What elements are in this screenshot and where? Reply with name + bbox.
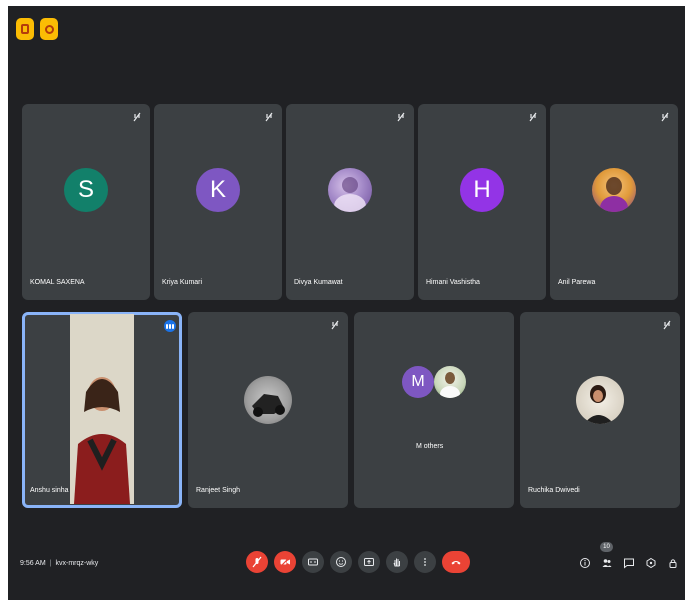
captions-icon [308,558,318,566]
chat-icon [624,558,634,569]
raise-hand-button[interactable] [386,551,408,573]
participant-tile[interactable]: K Kriya Kumari [154,104,282,300]
profile-photo [434,366,466,398]
avatar-initial: S [77,176,94,203]
chat-button[interactable] [621,555,637,571]
participant-name: Himani Vashistha [426,279,480,286]
avatar-initial: H [473,176,491,203]
camera-toggle-button[interactable] [274,551,296,573]
mic-off-icon [660,112,670,122]
profile-photo [328,168,372,212]
participant-tile-speaking[interactable]: Anshu sinha [22,312,182,508]
activities-icon [646,557,656,569]
side-panel-tools: 10 [577,542,681,571]
participant-name: Kriya Kumari [162,279,203,286]
participant-name: Ranjeet Singh [196,487,240,494]
mic-off-icon [252,556,262,568]
participant-name: Ruchika Dwivedi [528,487,580,494]
meet-window: S KOMAL SAXENA K Kriya Kumari Divya Kuma… [8,6,685,600]
meeting-time: 9:56 AM [20,560,46,567]
activity-icon [44,24,54,34]
meeting-info: 9:56 AM | kvx-mrqz-wky [20,560,98,567]
avatar-initial: M [411,373,425,390]
call-controls [246,551,470,573]
leave-call-button[interactable] [442,551,470,573]
meeting-details-button[interactable] [577,555,593,571]
avatar: H [460,168,504,212]
more-options-button[interactable] [414,551,436,573]
participant-name: Anil Parewa [558,279,596,286]
info-icon [580,558,590,568]
speaking-indicator-icon [164,320,176,332]
participant-name: Divya Kumawat [294,279,343,286]
profile-photo [592,168,636,212]
participant-name: Anshu sinha [30,487,69,494]
activities-button[interactable] [643,555,659,571]
participant-tile[interactable]: Ruchika Dwivedi [520,312,680,508]
mic-off-icon [396,112,406,122]
avatar-initial: K [209,176,226,203]
people-icon [602,559,612,567]
participant-name: KOMAL SAXENA [30,279,85,286]
emoji-icon [336,557,346,567]
mic-off-icon [528,112,538,122]
top-toolbar [16,18,58,40]
leave-call-icon [451,561,461,565]
picture-in-picture-button[interactable] [16,18,34,40]
participant-count-badge: 10 [600,542,613,552]
participant-tile[interactable]: S KOMAL SAXENA [22,104,150,300]
host-controls-button[interactable] [665,555,681,571]
mic-off-icon [330,320,340,330]
mic-off-icon [132,112,142,122]
participant-tile-group[interactable]: M M others [354,312,514,508]
present-icon [364,558,374,566]
mic-off-icon [264,112,274,122]
people-button[interactable]: 10 [599,542,615,571]
captions-button[interactable] [302,551,324,573]
avatar: S [64,168,108,212]
activity-button[interactable] [40,18,58,40]
video-feed [70,314,134,504]
participant-tile[interactable]: Divya Kumawat [286,104,414,300]
participant-tile[interactable]: Anil Parewa [550,104,678,300]
participant-tile[interactable]: Ranjeet Singh [188,312,348,508]
mic-toggle-button[interactable] [246,551,268,573]
camera-off-icon [279,556,291,568]
avatar: M [402,366,434,398]
host-controls-icon [669,559,677,568]
picture-in-picture-icon [21,24,29,34]
more-options-icon [424,558,426,566]
participant-name: M others [416,443,444,450]
participant-tile[interactable]: H Himani Vashistha [418,104,546,300]
separator: | [49,560,52,567]
mic-off-icon [662,320,672,330]
call-controls-bar: 9:56 AM | kvx-mrqz-wky 10 [8,530,685,600]
meeting-code: kvx-mrqz-wky [55,560,99,567]
raise-hand-icon [393,558,400,567]
profile-photo [244,376,292,424]
avatar: K [196,168,240,212]
present-button[interactable] [358,551,380,573]
profile-photo [576,376,624,424]
emoji-button[interactable] [330,551,352,573]
